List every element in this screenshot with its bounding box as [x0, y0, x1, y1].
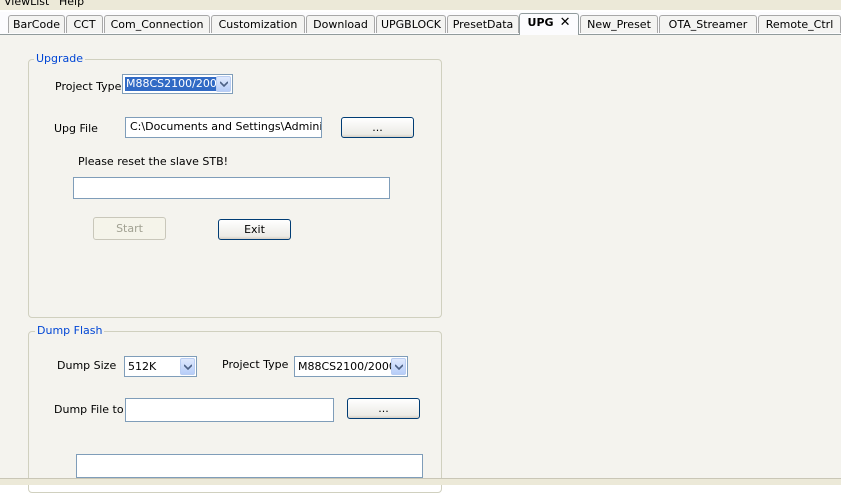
dump-flash-group-title: Dump Flash	[35, 324, 105, 337]
start-button[interactable]: Start	[93, 217, 166, 240]
chevron-down-icon[interactable]	[391, 358, 406, 375]
tab-upgblock[interactable]: UPGBLOCK	[376, 15, 446, 33]
dump-project-type-combo[interactable]: M88CS2100/2000	[294, 356, 408, 377]
tab-label: CCT	[73, 18, 96, 31]
tab-label: OTA_Streamer	[668, 18, 748, 31]
menu-bar: ViewList Help	[0, 0, 841, 10]
chevron-down-icon[interactable]	[180, 358, 195, 375]
dump-file-path-input[interactable]	[125, 398, 334, 422]
status-message: Please reset the slave STB!	[78, 155, 229, 168]
dump-file-label: Dump File to	[54, 403, 124, 416]
tab-strip: BarCode CCT Com_Connection Customization…	[0, 12, 841, 35]
tab-label: UPG	[527, 16, 554, 29]
tab-label: Remote_Ctrl	[765, 18, 834, 31]
dump-progress-bar	[76, 454, 423, 478]
dump-file-browse-button[interactable]: ...	[347, 398, 420, 419]
project-type-combo[interactable]: M88CS2100/2000	[122, 74, 233, 94]
dump-size-combo[interactable]: 512K	[124, 356, 197, 377]
tab-download[interactable]: Download	[306, 15, 375, 33]
menu-help[interactable]: Help	[59, 0, 84, 8]
tab-label: New_Preset	[587, 18, 651, 31]
tab-ota-streamer[interactable]: OTA_Streamer	[659, 15, 757, 33]
tab-barcode[interactable]: BarCode	[8, 15, 65, 33]
upg-file-label: Upg File	[54, 122, 98, 135]
project-type-value: M88CS2100/2000	[125, 77, 225, 91]
dump-size-value: 512K	[128, 360, 157, 373]
tab-upg[interactable]: UPG ✕	[519, 13, 579, 35]
tab-label: PresetData	[452, 18, 514, 31]
dump-project-type-label: Project Type	[222, 358, 289, 371]
tab-com-connection[interactable]: Com_Connection	[104, 15, 210, 33]
menu-viewlist[interactable]: ViewList	[4, 0, 49, 8]
upg-tab-panel: Upgrade Project Type M88CS2100/2000 Upg …	[0, 35, 841, 493]
upgrade-progress-bar	[73, 177, 390, 199]
dump-project-type-value: M88CS2100/2000	[298, 360, 396, 373]
upgrade-group-title: Upgrade	[34, 52, 86, 65]
tab-label: UPGBLOCK	[380, 18, 442, 31]
tab-remote-ctrl[interactable]: Remote_Ctrl	[758, 15, 841, 33]
upg-file-browse-button[interactable]: ...	[341, 117, 414, 138]
tab-label: BarCode	[13, 18, 60, 31]
upg-file-path-input[interactable]: C:\Documents and Settings\Administrat	[125, 117, 322, 138]
dump-size-label: Dump Size	[57, 359, 117, 372]
tab-cct[interactable]: CCT	[66, 15, 103, 33]
tab-new-preset[interactable]: New_Preset	[580, 15, 658, 33]
tab-label: Download	[313, 18, 368, 31]
tab-presetdata[interactable]: PresetData	[447, 15, 519, 33]
tab-label: Com_Connection	[110, 18, 204, 31]
exit-button[interactable]: Exit	[218, 219, 291, 240]
project-type-label: Project Type	[55, 80, 122, 93]
tab-label: Customization	[218, 18, 298, 31]
tab-customization[interactable]: Customization	[211, 15, 305, 33]
chevron-down-icon[interactable]	[216, 76, 231, 92]
close-icon[interactable]: ✕	[560, 15, 571, 30]
